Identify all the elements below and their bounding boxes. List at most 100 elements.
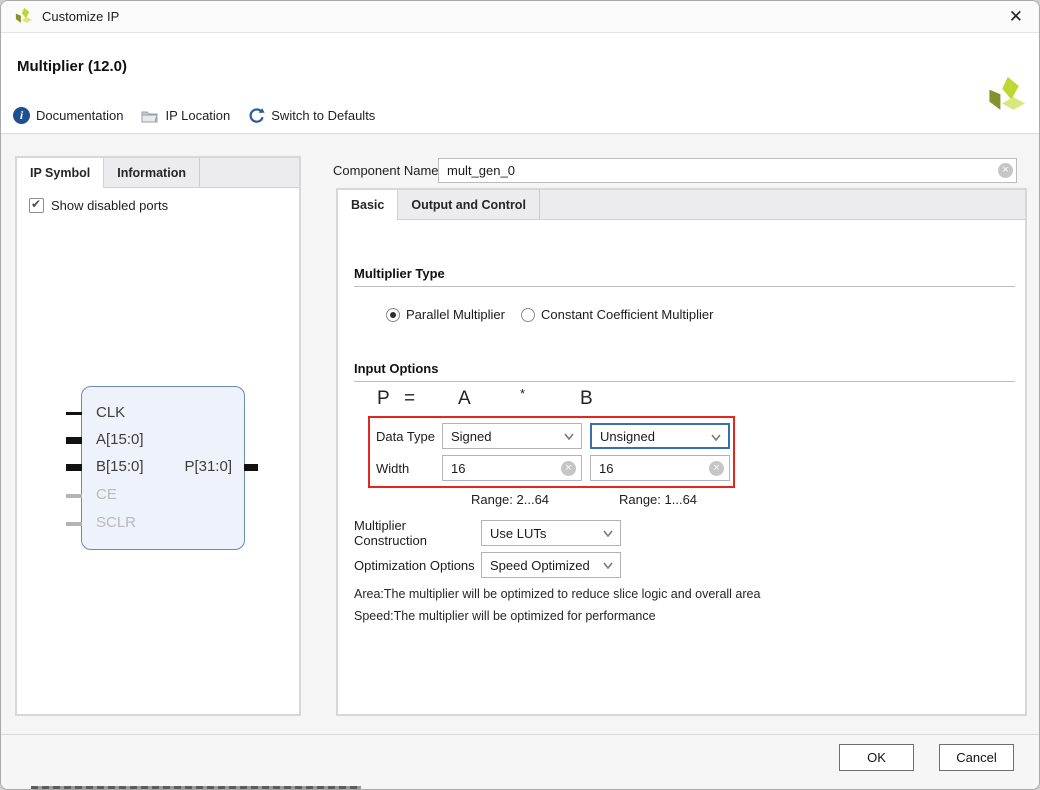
folder-icon	[141, 109, 159, 123]
area-note: Area:The multiplier will be optimized to…	[354, 587, 760, 601]
data-type-a-dropdown[interactable]: Signed	[442, 423, 582, 449]
component-name-input[interactable]	[438, 158, 1017, 183]
multiplier-construction-label: Multiplier Construction	[354, 518, 481, 548]
parallel-multiplier-label: Parallel Multiplier	[406, 307, 505, 322]
switch-defaults-label: Switch to Defaults	[271, 108, 375, 123]
width-label: Width	[376, 461, 442, 476]
width-b-input[interactable]: 16 ×	[590, 455, 730, 481]
info-circle-icon: i	[13, 107, 30, 124]
width-row: Width 16 × 16 ×	[376, 455, 730, 481]
multiplier-construction-dropdown[interactable]: Use LUTs	[481, 520, 621, 546]
config-panel: Basic Output and Control Multiplier Type…	[336, 188, 1027, 716]
data-type-b-value: Unsigned	[600, 429, 655, 444]
p-pin-stub	[244, 464, 258, 471]
customize-ip-dialog: Customize IP ✕ Multiplier (12.0) i Docum…	[0, 0, 1040, 790]
optimization-options-row: Optimization Options Speed Optimized	[354, 552, 621, 578]
port-sclr-label: SCLR	[96, 514, 136, 531]
ip-symbol-panel: IP Symbol Information Show disabled port…	[15, 156, 301, 716]
clear-field-icon[interactable]: ×	[561, 461, 576, 476]
documentation-label: Documentation	[36, 108, 123, 123]
background-window-sliver	[31, 786, 361, 789]
dialog-footer: OK Cancel	[1, 734, 1039, 790]
equation-b: B	[580, 388, 593, 410]
tab-output-and-control[interactable]: Output and Control	[398, 190, 540, 219]
left-tabstrip: IP Symbol Information	[17, 158, 299, 188]
radio-parallel-multiplier[interactable]: Parallel Multiplier	[386, 307, 505, 322]
ip-location-label: IP Location	[165, 108, 230, 123]
vendor-logo-icon	[13, 7, 33, 27]
port-p-label: P[31:0]	[184, 458, 232, 475]
tab-ip-symbol[interactable]: IP Symbol	[17, 158, 104, 188]
component-name-label: Component Name	[333, 163, 439, 178]
multiplier-construction-row: Multiplier Construction Use LUTs	[354, 518, 621, 548]
data-type-row: Data Type Signed Unsigned	[376, 423, 730, 449]
dialog-header: Multiplier (12.0) i Documentation IP Loc…	[1, 34, 1039, 134]
multiplier-construction-value: Use LUTs	[490, 526, 546, 541]
range-a-label: Range: 2...64	[440, 492, 580, 507]
switch-to-defaults-button[interactable]: Switch to Defaults	[248, 107, 375, 124]
ip-location-button[interactable]: IP Location	[141, 108, 230, 123]
tab-basic-label: Basic	[351, 198, 384, 212]
equation-a: A	[458, 388, 471, 410]
equation-eq: =	[404, 388, 415, 410]
tab-information[interactable]: Information	[104, 158, 200, 187]
chevron-down-icon	[603, 530, 613, 537]
radio-constant-coefficient-multiplier[interactable]: Constant Coefficient Multiplier	[521, 307, 713, 322]
show-disabled-ports-row: Show disabled ports	[17, 188, 299, 213]
refresh-icon	[248, 107, 265, 124]
documentation-button[interactable]: i Documentation	[13, 107, 123, 124]
range-b-label: Range: 1...64	[588, 492, 728, 507]
highlighted-input-group: Data Type Signed Unsigned	[368, 416, 735, 488]
toolbar: i Documentation IP Location Switch to De…	[13, 107, 375, 124]
optimization-options-dropdown[interactable]: Speed Optimized	[481, 552, 621, 578]
chevron-down-icon	[603, 562, 613, 569]
dialog-content: IP Symbol Information Show disabled port…	[1, 134, 1039, 734]
ok-button[interactable]: OK	[839, 744, 914, 771]
data-type-b-dropdown[interactable]: Unsigned	[590, 423, 730, 449]
show-disabled-ports-checkbox[interactable]	[29, 198, 44, 213]
ip-name-title: Multiplier (12.0)	[17, 58, 127, 75]
sclr-pin-stub	[66, 522, 82, 526]
equation-star: *	[520, 386, 525, 401]
width-b-value: 16	[599, 461, 613, 476]
input-options-heading: Input Options	[354, 361, 438, 376]
chevron-down-icon	[711, 434, 721, 441]
show-disabled-ports-label: Show disabled ports	[51, 198, 168, 213]
config-tabstrip: Basic Output and Control	[338, 190, 1025, 220]
radio-selected-icon	[386, 308, 400, 322]
equation-p: P	[377, 388, 390, 410]
port-clk-label: CLK	[96, 404, 125, 421]
data-type-label: Data Type	[376, 429, 442, 444]
title-bar: Customize IP ✕	[1, 1, 1039, 33]
basic-tab-body: Multiplier Type Parallel Multiplier Cons…	[338, 220, 1025, 717]
section-divider	[354, 286, 1015, 287]
ce-pin-stub	[66, 494, 82, 498]
chevron-down-icon	[564, 433, 574, 440]
width-a-input[interactable]: 16 ×	[442, 455, 582, 481]
b-pin-stub	[66, 464, 82, 471]
tab-ip-symbol-label: IP Symbol	[30, 166, 90, 180]
a-pin-stub	[66, 437, 82, 444]
tab-information-label: Information	[117, 166, 186, 180]
component-name-clear-icon[interactable]: ×	[998, 163, 1013, 178]
optimization-options-value: Speed Optimized	[490, 558, 590, 573]
constant-coefficient-label: Constant Coefficient Multiplier	[541, 307, 713, 322]
multiplier-type-heading: Multiplier Type	[354, 266, 445, 281]
radio-unselected-icon	[521, 308, 535, 322]
range-row: Range: 2...64 Range: 1...64	[440, 492, 728, 507]
width-a-value: 16	[451, 461, 465, 476]
section-divider	[354, 381, 1015, 382]
close-icon[interactable]: ✕	[1009, 6, 1023, 28]
speed-note: Speed:The multiplier will be optimized f…	[354, 609, 656, 623]
port-b-label: B[15:0]	[96, 458, 144, 475]
tab-output-control-label: Output and Control	[411, 198, 526, 212]
data-type-a-value: Signed	[451, 429, 491, 444]
clk-pin-stub	[66, 412, 82, 415]
cancel-button[interactable]: Cancel	[939, 744, 1014, 771]
window-title: Customize IP	[42, 9, 119, 24]
port-a-label: A[15:0]	[96, 431, 144, 448]
vendor-logo-large-icon	[983, 75, 1027, 119]
tab-basic[interactable]: Basic	[338, 190, 398, 220]
clear-field-icon[interactable]: ×	[709, 461, 724, 476]
ip-symbol-diagram: CLK A[15:0] B[15:0] CE SCLR P[31:0]	[81, 386, 245, 550]
